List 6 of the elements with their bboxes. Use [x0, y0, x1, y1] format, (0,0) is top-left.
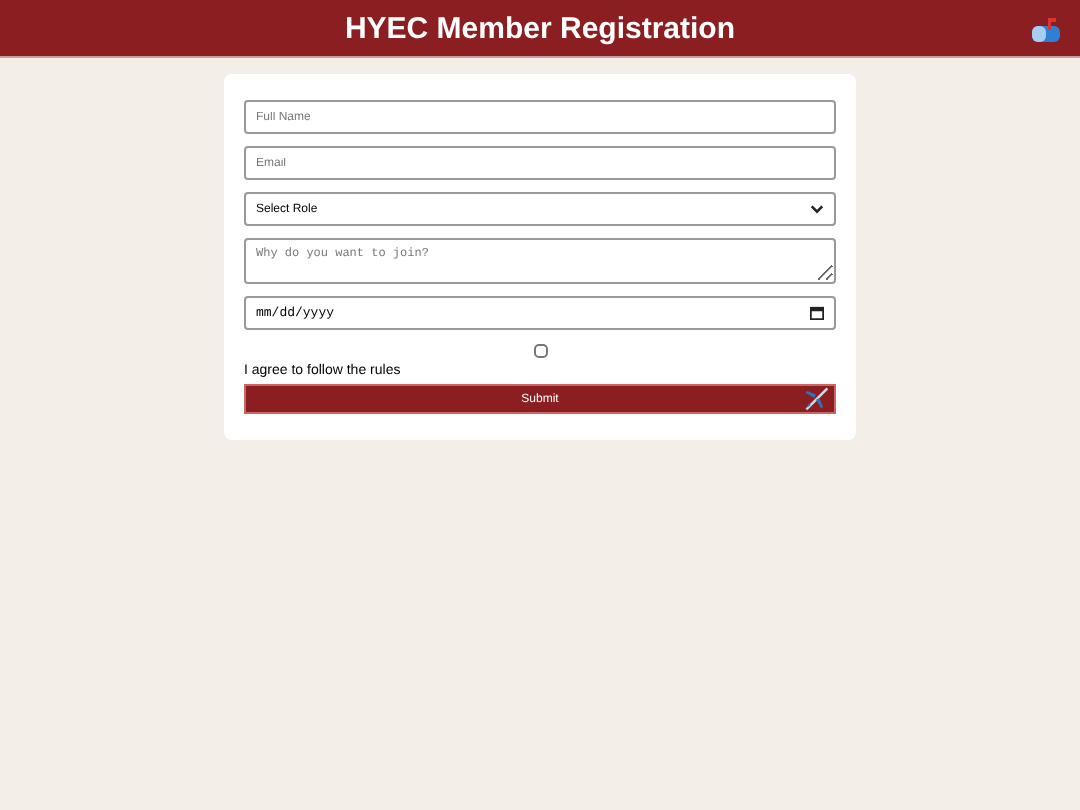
caret-icon [810, 204, 824, 214]
airplane-icon [802, 384, 830, 412]
mailbox-icon [1030, 16, 1062, 44]
agree-checkbox[interactable] [533, 344, 547, 358]
calendar-icon [810, 306, 824, 320]
page-title: HYEC Member Registration [344, 11, 736, 45]
